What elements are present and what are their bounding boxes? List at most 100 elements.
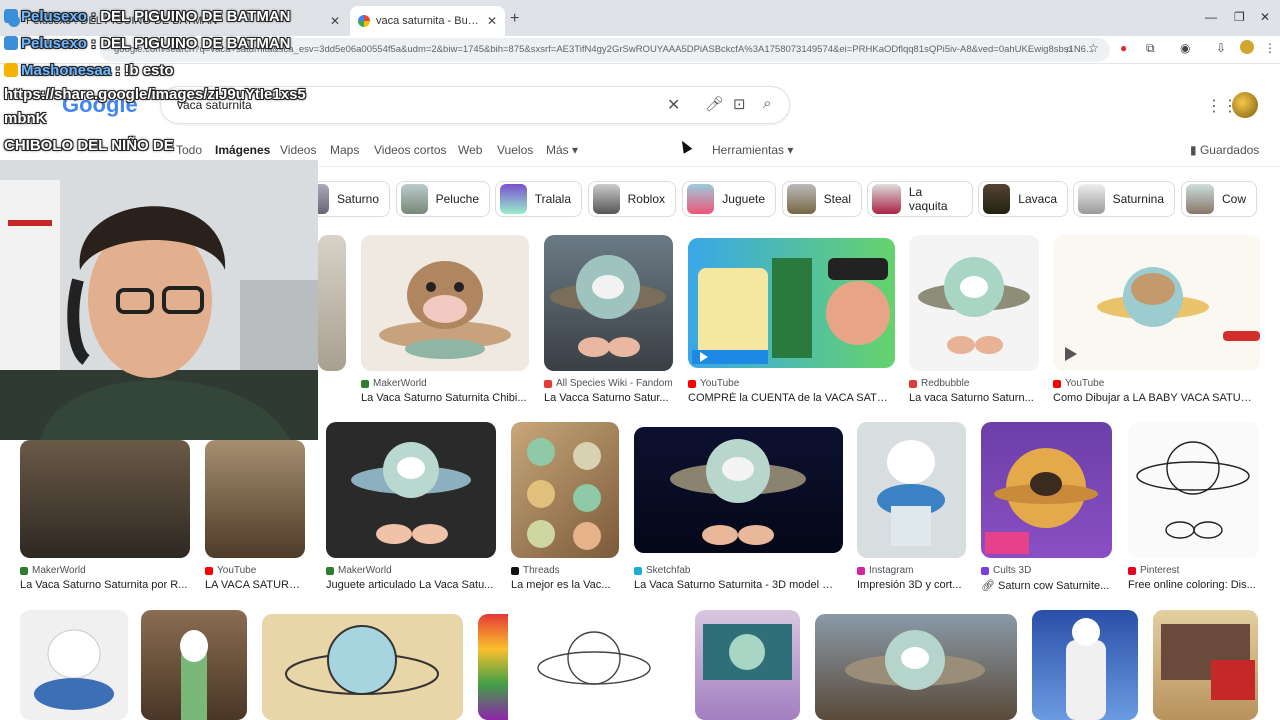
result-title[interactable]: La mejor es la Vac... (511, 579, 619, 591)
makerworld-icon (326, 566, 334, 575)
result-thumbnail[interactable] (1032, 610, 1138, 720)
saved-label: Guardados (1199, 143, 1260, 157)
bookmark-star-icon[interactable]: ☆ (1088, 41, 1099, 55)
extensions-puzzle-icon[interactable]: ⧉ (1146, 41, 1155, 56)
source-label: Threads (523, 565, 560, 576)
tab-imagenes[interactable]: Imágenes (215, 143, 270, 157)
search-icon[interactable]: ⌕ (763, 95, 771, 112)
result-title[interactable]: La Vaca Saturno Saturnita Chibi... (361, 392, 529, 404)
pinterest-icon (1128, 566, 1136, 575)
result-thumbnail[interactable] (1053, 235, 1260, 371)
result-thumbnail[interactable] (857, 422, 966, 558)
result-thumbnail[interactable] (262, 614, 463, 720)
lens-search-icon[interactable]: ⊡ (733, 95, 746, 113)
result-thumbnail[interactable] (1128, 422, 1259, 558)
result-thumbnail[interactable] (318, 235, 346, 371)
chat-message: Mashonesaa : !b esto (4, 62, 174, 79)
result-thumbnail[interactable] (478, 614, 680, 720)
new-tab-button[interactable]: + (510, 10, 519, 28)
tools-button[interactable]: Herramientas ▾ (712, 143, 793, 157)
result-thumbnail[interactable] (688, 238, 895, 368)
chip-saturnina[interactable]: Saturnina (1073, 181, 1175, 217)
result-title[interactable]: LA VACA SATURN... (205, 579, 305, 591)
chip-thumbnail (983, 184, 1011, 214)
tab-title: vaca saturnita - Buscar con Google (376, 15, 481, 27)
trading-card-image (1161, 624, 1255, 700)
result-thumbnail[interactable] (695, 610, 800, 720)
result-title[interactable]: La vaca Saturno Saturn... (909, 392, 1039, 404)
makerworld-icon (20, 566, 28, 575)
chat-username: Mashonesaa (21, 62, 112, 79)
saved-button[interactable]: ▮ Guardados (1190, 143, 1259, 157)
streamer-webcam-image (0, 160, 318, 440)
result-title[interactable]: 🔗︎ Saturn cow Saturnite... (981, 579, 1112, 592)
cow-figure-image (985, 448, 1098, 554)
clear-search-icon[interactable]: ✕ (667, 95, 680, 115)
result-thumbnail[interactable] (1153, 610, 1258, 720)
minimize-icon[interactable]: — (1205, 10, 1217, 24)
result-title[interactable]: COMPRÉ la CUENTA de la VACA SATU... (688, 392, 888, 404)
result-thumbnail[interactable] (544, 235, 673, 371)
result-thumbnail[interactable] (20, 440, 190, 558)
result-title[interactable]: La Vaca Saturno Saturnita por R... (20, 579, 188, 591)
profile-avatar[interactable] (1240, 40, 1254, 54)
tab-google-search[interactable]: vaca saturnita - Buscar con Google ✕ (350, 6, 505, 36)
chip-label: Saturnina (1112, 192, 1164, 206)
result-thumbnail[interactable] (511, 422, 619, 558)
chip-saturno[interactable]: Saturno (306, 181, 390, 217)
chip-la-vaquita[interactable]: La vaquita (867, 181, 973, 217)
tab-web[interactable]: Web (458, 143, 482, 157)
account-avatar[interactable] (1232, 92, 1258, 118)
window-close-icon[interactable]: ✕ (1260, 10, 1270, 24)
maximize-icon[interactable]: ❐ (1234, 10, 1245, 24)
result-thumbnail[interactable] (20, 610, 128, 720)
result-thumbnail[interactable] (815, 614, 1017, 720)
chip-steal[interactable]: Steal (782, 181, 862, 217)
extension-icon[interactable]: ● (1120, 41, 1127, 55)
chip-juguete[interactable]: Juguete (682, 181, 776, 217)
result-title[interactable]: Impresión 3D y cort... (857, 579, 966, 591)
result-title[interactable]: Free online coloring: Dis... (1128, 579, 1259, 591)
download-icon[interactable]: ⇩ (1216, 41, 1226, 55)
menu-kebab-icon[interactable]: ⋮ (1264, 41, 1276, 55)
chip-peluche[interactable]: Peluche (396, 181, 490, 217)
chip-thumbnail (1186, 184, 1214, 214)
chat-username: Pelusexo (21, 35, 87, 52)
chip-roblox[interactable]: Roblox (588, 181, 676, 217)
tab-maps[interactable]: Maps (330, 143, 359, 157)
voice-search-icon[interactable]: 🎤︎ (705, 95, 724, 113)
chip-tralala[interactable]: Tralala (495, 181, 582, 217)
coloring-page-image (1136, 441, 1250, 539)
bookmark-icon: ▮ (1190, 143, 1200, 157)
cow-figure-image (180, 630, 208, 720)
chat-message: Pelusexo : DEL PIGUINO DE BATMAN (4, 35, 291, 52)
result-thumbnail[interactable] (981, 422, 1112, 558)
result-thumbnail[interactable] (909, 235, 1039, 371)
tab-videos[interactable]: Videos (280, 143, 316, 157)
tab-mas[interactable]: Más ▾ (546, 143, 578, 157)
result-title[interactable]: Como Dibujar a LA BABY VACA SATUR... (1053, 392, 1253, 404)
result-link-icon: 🔗︎ (981, 580, 999, 592)
tab-todo[interactable]: Todo (176, 143, 202, 157)
tab-videos-cortos[interactable]: Videos cortos (374, 143, 447, 157)
tab-vuelos[interactable]: Vuelos (497, 143, 533, 157)
makerworld-icon (361, 379, 369, 388)
close-icon[interactable]: ✕ (330, 14, 340, 28)
zoom-icon[interactable]: ⌕ (1066, 42, 1073, 57)
chip-cow[interactable]: Cow (1181, 181, 1257, 217)
result-thumbnail[interactable] (361, 235, 529, 371)
sketchfab-icon (634, 566, 642, 575)
result-thumbnail[interactable] (205, 440, 305, 558)
trading-card-image (703, 624, 792, 680)
mouse-cursor (677, 138, 693, 154)
close-icon[interactable]: ✕ (487, 14, 497, 28)
result-thumbnail[interactable] (634, 427, 843, 553)
result-title[interactable]: La Vacca Saturno Satur... (544, 392, 673, 404)
chip-lavaca[interactable]: Lavaca (978, 181, 1068, 217)
result-title[interactable]: La Vaca Saturno Saturnita - 3D model by.… (634, 579, 839, 591)
result-title[interactable]: Juguete articulado La Vaca Satu... (326, 579, 494, 591)
cow-figure-image (379, 261, 511, 359)
media-icon[interactable]: ◉ (1180, 41, 1190, 55)
result-thumbnail[interactable] (141, 610, 247, 720)
result-thumbnail[interactable] (326, 422, 496, 558)
